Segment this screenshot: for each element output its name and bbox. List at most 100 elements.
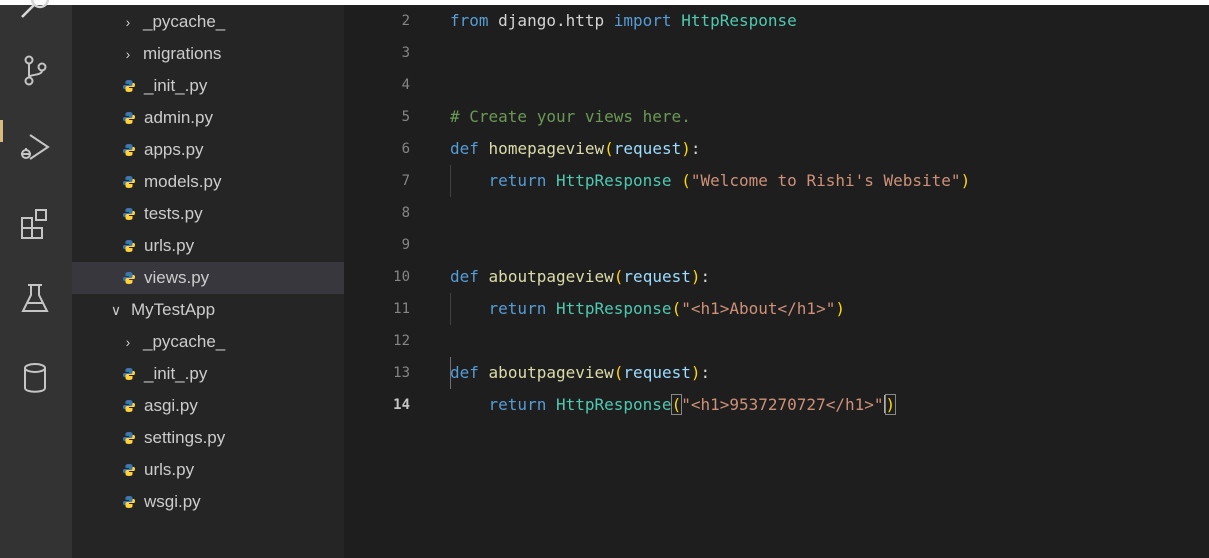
chevron-right-icon[interactable]: › xyxy=(122,14,134,30)
indent-guide xyxy=(450,293,451,325)
extensions-icon[interactable] xyxy=(18,207,52,241)
chevron-right-icon[interactable]: › xyxy=(122,334,134,350)
python-file-icon xyxy=(123,496,135,508)
python-file-icon xyxy=(123,240,135,252)
code-token: request xyxy=(623,267,691,286)
code-token: : xyxy=(700,267,711,286)
code-token: HttpResponse xyxy=(671,11,797,30)
explorer-file[interactable]: asgi.py xyxy=(72,390,344,422)
explorer-item-label: models.py xyxy=(144,172,222,191)
python-file-icon xyxy=(123,176,135,188)
code-editor[interactable]: 2 from django.http import HttpResponse 3 4 5… xyxy=(344,5,1209,558)
code-line[interactable]: 4 xyxy=(344,69,1209,101)
explorer-item-label: urls.py xyxy=(144,460,195,479)
explorer-file[interactable]: models.py xyxy=(72,166,344,198)
explorer-folder[interactable]: ∨ MyTestApp xyxy=(72,294,344,326)
code-token: aboutpageview xyxy=(488,363,614,382)
line-number: 11 xyxy=(393,301,410,317)
explorer-item-label: wsgi.py xyxy=(144,492,201,511)
code-token: ( xyxy=(681,171,691,190)
explorer-item-label: _init_.py xyxy=(144,364,208,383)
code-line[interactable]: 9 xyxy=(344,229,1209,261)
explorer-file[interactable]: _init_.py xyxy=(72,358,344,390)
code-line[interactable]: 3 xyxy=(344,37,1209,69)
line-number: 12 xyxy=(393,333,410,349)
code-token: django.http xyxy=(488,11,614,30)
line-number: 6 xyxy=(401,141,410,157)
code-token: def xyxy=(450,267,479,286)
explorer-file[interactable]: admin.py xyxy=(72,102,344,134)
search-icon[interactable] xyxy=(18,0,52,27)
explorer-file[interactable]: urls.py xyxy=(72,454,344,486)
testing-icon[interactable] xyxy=(18,281,52,315)
line-number: 7 xyxy=(401,173,410,189)
line-number: 5 xyxy=(401,109,410,125)
explorer-file[interactable]: _init_.py xyxy=(72,70,344,102)
explorer-item-label: _pycache_ xyxy=(143,12,226,31)
code-text: return HttpResponse ("Welcome to Rishi's… xyxy=(450,165,971,197)
code-token: return xyxy=(488,395,547,414)
code-line[interactable]: 7 return HttpResponse ("Welcome to Rishi… xyxy=(344,165,1209,197)
explorer-file[interactable]: urls.py xyxy=(72,230,344,262)
explorer-item-label: asgi.py xyxy=(144,396,198,415)
code-token: ) xyxy=(690,363,701,382)
explorer-sidebar: › _pycache_ › migrations _init_.py admin.py ap… xyxy=(72,5,344,558)
code-line[interactable]: 11 return HttpResponse("<h1>About</h1>") xyxy=(344,293,1209,325)
code-token: ( xyxy=(671,299,682,318)
chevron-right-icon[interactable]: › xyxy=(122,46,134,62)
python-file-icon xyxy=(123,272,135,284)
explorer-file[interactable]: views.py xyxy=(72,262,344,294)
python-file-icon xyxy=(123,112,135,124)
code-line[interactable]: 13 def aboutpageview(request): xyxy=(344,357,1209,389)
code-line[interactable]: 12 xyxy=(344,325,1209,357)
code-line[interactable]: 8 xyxy=(344,197,1209,229)
database-icon[interactable] xyxy=(18,361,52,395)
code-line[interactable]: 5 # Create your views here. xyxy=(344,101,1209,133)
explorer-item-label: apps.py xyxy=(144,140,204,159)
explorer-file[interactable]: tests.py xyxy=(72,198,344,230)
run-debug-icon[interactable] xyxy=(18,130,52,164)
code-text: from django.http import HttpResponse xyxy=(450,5,797,37)
code-token: request xyxy=(613,139,682,158)
python-file-icon xyxy=(123,144,135,156)
code-text: # Create your views here. xyxy=(450,101,691,133)
line-number: 8 xyxy=(401,205,410,221)
code-line[interactable]: 2 from django.http import HttpResponse xyxy=(344,5,1209,37)
code-token: ) xyxy=(884,394,897,415)
code-token: : xyxy=(700,363,711,382)
code-token: ) xyxy=(960,171,971,190)
explorer-item-label: urls.py xyxy=(144,236,195,255)
explorer-file[interactable]: settings.py xyxy=(72,422,344,454)
code-token: aboutpageview xyxy=(488,267,614,286)
explorer-folder[interactable]: › migrations xyxy=(72,38,344,70)
explorer-item-label: migrations xyxy=(143,44,222,63)
code-token: ( xyxy=(613,363,624,382)
python-file-icon xyxy=(123,400,135,412)
code-token: HttpResponse xyxy=(555,395,672,414)
code-line[interactable]: 10 def aboutpageview(request): xyxy=(344,261,1209,293)
code-line[interactable]: 6 def homepageview(request): xyxy=(344,133,1209,165)
explorer-item-label: views.py xyxy=(144,268,210,287)
explorer-file[interactable]: wsgi.py xyxy=(72,486,344,518)
explorer-file[interactable]: apps.py xyxy=(72,134,344,166)
code-line[interactable]: 14 return HttpResponse("<h1>9537270727</… xyxy=(344,389,1209,421)
code-text: def aboutpageview(request): xyxy=(450,357,710,389)
chevron-down-icon[interactable]: ∨ xyxy=(110,302,122,319)
line-number: 9 xyxy=(401,237,410,253)
line-number: 2 xyxy=(401,13,410,29)
code-text: def homepageview(request): xyxy=(450,133,701,165)
code-token: request xyxy=(623,363,691,382)
explorer-folder[interactable]: › _pycache_ xyxy=(72,326,344,358)
source-control-icon[interactable] xyxy=(18,53,52,87)
code-token: HttpResponse xyxy=(555,299,672,318)
explorer-folder[interactable]: › _pycache_ xyxy=(72,6,344,38)
python-file-icon xyxy=(123,432,135,444)
python-file-icon xyxy=(123,80,135,92)
